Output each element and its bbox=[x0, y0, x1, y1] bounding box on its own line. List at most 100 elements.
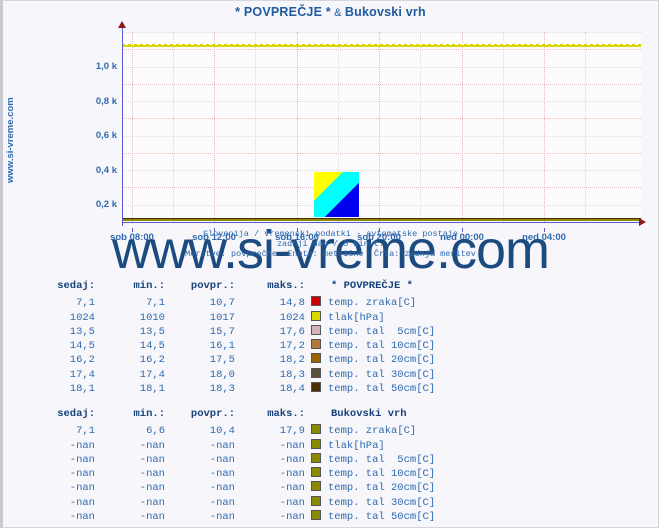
plot-canvas bbox=[122, 32, 641, 222]
cell-maks: -nan bbox=[279, 482, 305, 495]
legend-swatch-icon bbox=[311, 481, 321, 492]
legend-swatch-icon bbox=[311, 424, 321, 435]
stats-table-bukovski-body: 7,1 6,6 10,4 17,9 temp. zraka[C] -nan -nan -nan… bbox=[25, 424, 435, 524]
table-row: 14,5 14,5 16,1 17,2 temp. tal 10cm[C] bbox=[25, 339, 435, 353]
x-axis-line bbox=[122, 222, 641, 223]
table-row: -nan -nan -nan -nan temp. tal 50cm[C] bbox=[25, 510, 435, 524]
table-header-row: sedaj: min.: povpr.: maks.: * POVPREČJE … bbox=[25, 279, 435, 296]
cell-povpr: 17,5 bbox=[209, 354, 235, 367]
gridline-horizontal-minor bbox=[122, 101, 641, 103]
cell-sedaj: 7,1 bbox=[76, 425, 95, 438]
gridline-vertical-minor bbox=[503, 32, 504, 222]
cell-min: -nan bbox=[139, 439, 165, 452]
cell-series-label: tlak[hPa] bbox=[305, 310, 435, 325]
gridline-horizontal-minor bbox=[122, 170, 641, 172]
cell-min: 13,5 bbox=[139, 325, 165, 338]
legend-swatch-icon bbox=[311, 495, 321, 506]
y-axis-arrow-icon bbox=[118, 21, 126, 28]
cell-series-label: temp. tal 10cm[C] bbox=[305, 339, 435, 353]
cell-min: 1010 bbox=[139, 311, 165, 324]
series-line bbox=[122, 219, 641, 222]
header-povpr: povpr.: bbox=[190, 280, 235, 292]
header-maks: maks.: bbox=[267, 408, 305, 420]
series-line bbox=[122, 44, 641, 47]
cell-series-label: temp. tal 50cm[C] bbox=[305, 382, 435, 396]
cell-maks: -nan bbox=[279, 511, 305, 524]
cell-series-label: temp. tal 20cm[C] bbox=[305, 481, 435, 495]
cell-povpr: -nan bbox=[209, 468, 235, 481]
gridline-vertical-minor bbox=[255, 32, 256, 222]
table-row: -nan -nan -nan -nan temp. tal 10cm[C] bbox=[25, 467, 435, 481]
cell-sedaj: -nan bbox=[69, 439, 95, 452]
site-logo-icon bbox=[314, 172, 359, 217]
cell-series-label: temp. tal 5cm[C] bbox=[305, 324, 435, 339]
header-povpr: povpr.: bbox=[190, 408, 235, 420]
cell-sedaj: -nan bbox=[69, 482, 95, 495]
legend-swatch-icon bbox=[311, 339, 321, 350]
legend-swatch-icon bbox=[311, 438, 321, 449]
gridline-horizontal-minor bbox=[122, 204, 641, 206]
cell-min: -nan bbox=[139, 453, 165, 466]
cell-series-label: tlak[hPa] bbox=[305, 438, 435, 453]
cell-min: -nan bbox=[139, 482, 165, 495]
table-row: 7,1 7,1 10,7 14,8 temp. zraka[C] bbox=[25, 296, 435, 310]
cell-povpr: -nan bbox=[209, 453, 235, 466]
cell-series-label: temp. tal 20cm[C] bbox=[305, 353, 435, 367]
table-header-row: sedaj: min.: povpr.: maks.: Bukovski vrh bbox=[25, 407, 435, 424]
caption-line-2: zadnji dan / 5 minut. bbox=[276, 239, 385, 249]
cell-series-label: temp. zraka[C] bbox=[305, 296, 435, 310]
cell-sedaj: -nan bbox=[69, 453, 95, 466]
x-axis-arrow-icon bbox=[639, 218, 646, 226]
gridline-horizontal bbox=[122, 49, 641, 51]
cell-maks: 18,4 bbox=[279, 383, 305, 396]
caption-line-1: Slovenija / vremenski podatki - avtomats… bbox=[202, 229, 459, 239]
cell-sedaj: 16,2 bbox=[69, 354, 95, 367]
stats-table-bukovski: sedaj: min.: povpr.: maks.: Bukovski vrh… bbox=[25, 407, 435, 524]
gridline-horizontal bbox=[122, 118, 641, 120]
cell-maks: 17,2 bbox=[279, 340, 305, 353]
y-axis-tick-label: 0,6 k bbox=[95, 130, 117, 142]
page-title-separator: & bbox=[330, 7, 345, 19]
cell-sedaj: -nan bbox=[69, 511, 95, 524]
cell-maks: 17,6 bbox=[279, 325, 305, 338]
cell-min: 7,1 bbox=[146, 297, 165, 310]
cell-min: -nan bbox=[139, 468, 165, 481]
cell-maks: -nan bbox=[279, 439, 305, 452]
cell-maks: 18,2 bbox=[279, 354, 305, 367]
cell-sedaj: 14,5 bbox=[69, 340, 95, 353]
gridline-horizontal-minor bbox=[122, 66, 641, 68]
stats-table-average: sedaj: min.: povpr.: maks.: * POVPREČJE … bbox=[25, 279, 435, 396]
legend-swatch-icon bbox=[311, 367, 321, 378]
table-row: 17,4 17,4 18,0 18,3 temp. tal 30cm[C] bbox=[25, 367, 435, 382]
y-axis-tick-label: 0,4 k bbox=[95, 164, 117, 176]
cell-series-label: temp. tal 10cm[C] bbox=[305, 467, 435, 481]
cell-maks: 17,9 bbox=[279, 425, 305, 438]
cell-povpr: 16,1 bbox=[209, 340, 235, 353]
cell-sedaj: 13,5 bbox=[69, 325, 95, 338]
table-row: 7,1 6,6 10,4 17,9 temp. zraka[C] bbox=[25, 424, 435, 438]
cell-series-label: temp. zraka[C] bbox=[305, 424, 435, 438]
cell-sedaj: -nan bbox=[69, 496, 95, 509]
cell-povpr: -nan bbox=[209, 496, 235, 509]
cell-min: 18,1 bbox=[139, 383, 165, 396]
legend-swatch-icon bbox=[311, 452, 321, 463]
cell-povpr: 10,4 bbox=[209, 425, 235, 438]
header-station-name: * POVPREČJE * bbox=[331, 280, 413, 292]
gridline-vertical bbox=[379, 32, 380, 222]
y-axis-tick-label: 1,0 k bbox=[95, 61, 117, 73]
cell-sedaj: 1024 bbox=[69, 311, 95, 324]
stats-table-bukovski-head: sedaj: min.: povpr.: maks.: Bukovski vrh bbox=[25, 407, 435, 424]
chart-page: * POVPREČJE * & Bukovski vrh www.si-vrem… bbox=[0, 0, 659, 528]
legend-swatch-icon bbox=[311, 310, 321, 321]
gridline-horizontal bbox=[122, 152, 641, 154]
gridline-horizontal bbox=[122, 187, 641, 189]
legend-swatch-icon bbox=[311, 353, 321, 364]
cell-povpr: 10,7 bbox=[209, 297, 235, 310]
stats-table-average-body: 7,1 7,1 10,7 14,8 temp. zraka[C] 1024 1010 1017… bbox=[25, 296, 435, 396]
page-title-primary: * POVPREČJE * bbox=[235, 5, 331, 19]
page-title-secondary: Bukovski vrh bbox=[344, 5, 426, 19]
header-sedaj: sedaj: bbox=[57, 408, 95, 420]
header-station-name: Bukovski vrh bbox=[331, 408, 407, 420]
cell-series-label: temp. tal 30cm[C] bbox=[305, 495, 435, 510]
cell-povpr: 18,3 bbox=[209, 383, 235, 396]
